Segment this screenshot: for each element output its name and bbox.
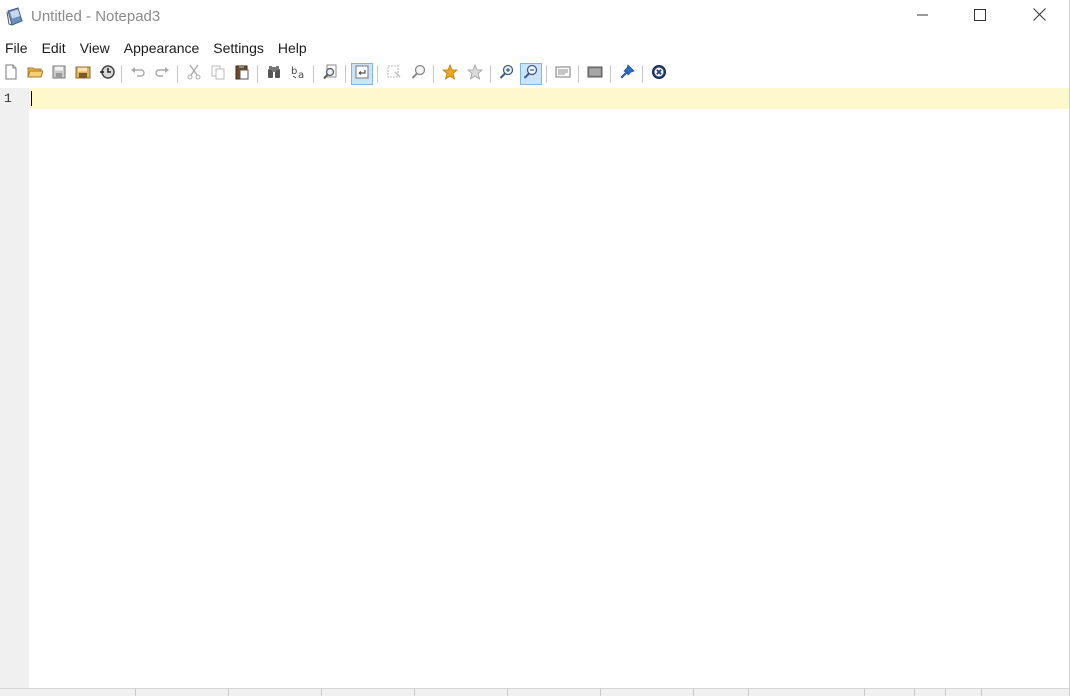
minimize-icon <box>917 8 929 26</box>
save-as-button[interactable] <box>72 63 94 85</box>
toolbar-separator <box>257 65 258 83</box>
redo-button[interactable] <box>151 63 173 85</box>
find-in-files-button[interactable] <box>319 63 341 85</box>
status-divider <box>414 689 415 696</box>
schemes-icon <box>555 64 571 85</box>
toolbar-separator <box>546 65 547 83</box>
line-number: 1 <box>4 91 12 106</box>
window-title: Untitled - Notepad3 <box>31 8 161 25</box>
save-icon <box>51 64 67 85</box>
line-number-gutter[interactable]: 1 <box>0 88 29 688</box>
open-file-button[interactable] <box>24 63 46 85</box>
find-icon <box>266 64 282 85</box>
status-divider <box>507 689 508 696</box>
copy-icon <box>210 64 226 85</box>
zoom-find-button[interactable] <box>408 63 430 85</box>
menu-view[interactable]: View <box>73 37 117 59</box>
close-icon <box>1032 8 1046 26</box>
menu-bar: File Edit View Appearance Settings Help <box>0 37 1069 59</box>
toolbar-separator <box>177 65 178 83</box>
new-file-icon <box>3 64 19 85</box>
replace-button[interactable]: ba <box>287 63 309 85</box>
cut-icon <box>186 64 202 85</box>
toolbar-separator <box>345 65 346 83</box>
menu-help[interactable]: Help <box>271 37 314 59</box>
paste-icon <box>234 64 250 85</box>
text-editor[interactable] <box>29 88 1069 688</box>
svg-text:b: b <box>291 66 297 77</box>
save-as-icon <box>75 64 91 85</box>
zoom-out-button[interactable] <box>520 63 542 85</box>
browse-icon <box>99 64 115 85</box>
status-bar <box>0 688 1069 696</box>
pin-icon <box>619 63 635 85</box>
notepad3-app-icon[interactable] <box>6 7 24 27</box>
status-divider <box>135 689 136 696</box>
notepad3-window: Untitled - Notepad3 File Edit View Appea… <box>0 0 1070 696</box>
zoom-in-button[interactable] <box>496 63 518 85</box>
star-outline-icon <box>466 63 484 85</box>
status-divider <box>748 689 749 696</box>
toolbar-separator <box>578 65 579 83</box>
status-divider <box>981 689 982 696</box>
status-divider <box>864 689 865 696</box>
browse-button[interactable] <box>96 63 118 85</box>
toolbar-separator <box>490 65 491 83</box>
redo-icon <box>154 64 170 85</box>
customize-button[interactable] <box>584 63 606 85</box>
save-button[interactable] <box>48 63 70 85</box>
manage-favorites-button[interactable] <box>464 63 486 85</box>
status-divider <box>914 689 915 696</box>
paste-button[interactable] <box>231 63 253 85</box>
status-divider <box>228 689 229 696</box>
star-icon <box>441 63 459 85</box>
status-divider <box>600 689 601 696</box>
toolbar-separator <box>121 65 122 83</box>
toolbar: ba <box>0 60 1069 88</box>
new-file-button[interactable] <box>0 63 22 85</box>
toolbar-separator <box>377 65 378 83</box>
zoom-out-icon <box>523 64 539 85</box>
toolbar-separator <box>642 65 643 83</box>
select-icon <box>386 64 402 85</box>
magnifier-icon <box>411 64 427 85</box>
maximize-icon <box>974 8 986 26</box>
toolbar-separator <box>433 65 434 83</box>
exit-icon <box>651 64 667 85</box>
status-divider <box>945 689 946 696</box>
word-wrap-icon <box>354 64 370 85</box>
cut-button[interactable] <box>183 63 205 85</box>
copy-button[interactable] <box>207 63 229 85</box>
menu-edit[interactable]: Edit <box>35 37 73 59</box>
toolbar-separator <box>313 65 314 83</box>
undo-icon <box>130 64 146 85</box>
svg-text:a: a <box>298 70 304 80</box>
zoom-in-icon <box>499 64 515 85</box>
toolbar-separator <box>610 65 611 83</box>
status-divider <box>321 689 322 696</box>
menu-file[interactable]: File <box>0 37 35 59</box>
maximize-button[interactable] <box>951 0 1009 34</box>
screen-icon <box>587 64 603 85</box>
exit-button[interactable] <box>648 63 670 85</box>
select-all-button[interactable] <box>383 63 405 85</box>
menu-appearance[interactable]: Appearance <box>117 37 207 59</box>
current-line-highlight <box>29 88 1069 109</box>
find-in-files-icon <box>322 64 338 85</box>
minimize-button[interactable] <box>894 0 952 34</box>
close-button[interactable] <box>1010 0 1068 34</box>
schemes-button[interactable] <box>552 63 574 85</box>
word-wrap-button[interactable] <box>351 63 373 85</box>
always-on-top-button[interactable] <box>616 63 638 85</box>
add-favorite-button[interactable] <box>439 63 461 85</box>
replace-icon: ba <box>290 64 306 85</box>
open-folder-icon <box>27 64 44 85</box>
title-bar[interactable]: Untitled - Notepad3 <box>0 0 1069 36</box>
find-button[interactable] <box>263 63 285 85</box>
undo-button[interactable] <box>127 63 149 85</box>
text-caret <box>31 91 32 106</box>
menu-settings[interactable]: Settings <box>206 37 271 59</box>
status-divider <box>693 689 694 696</box>
